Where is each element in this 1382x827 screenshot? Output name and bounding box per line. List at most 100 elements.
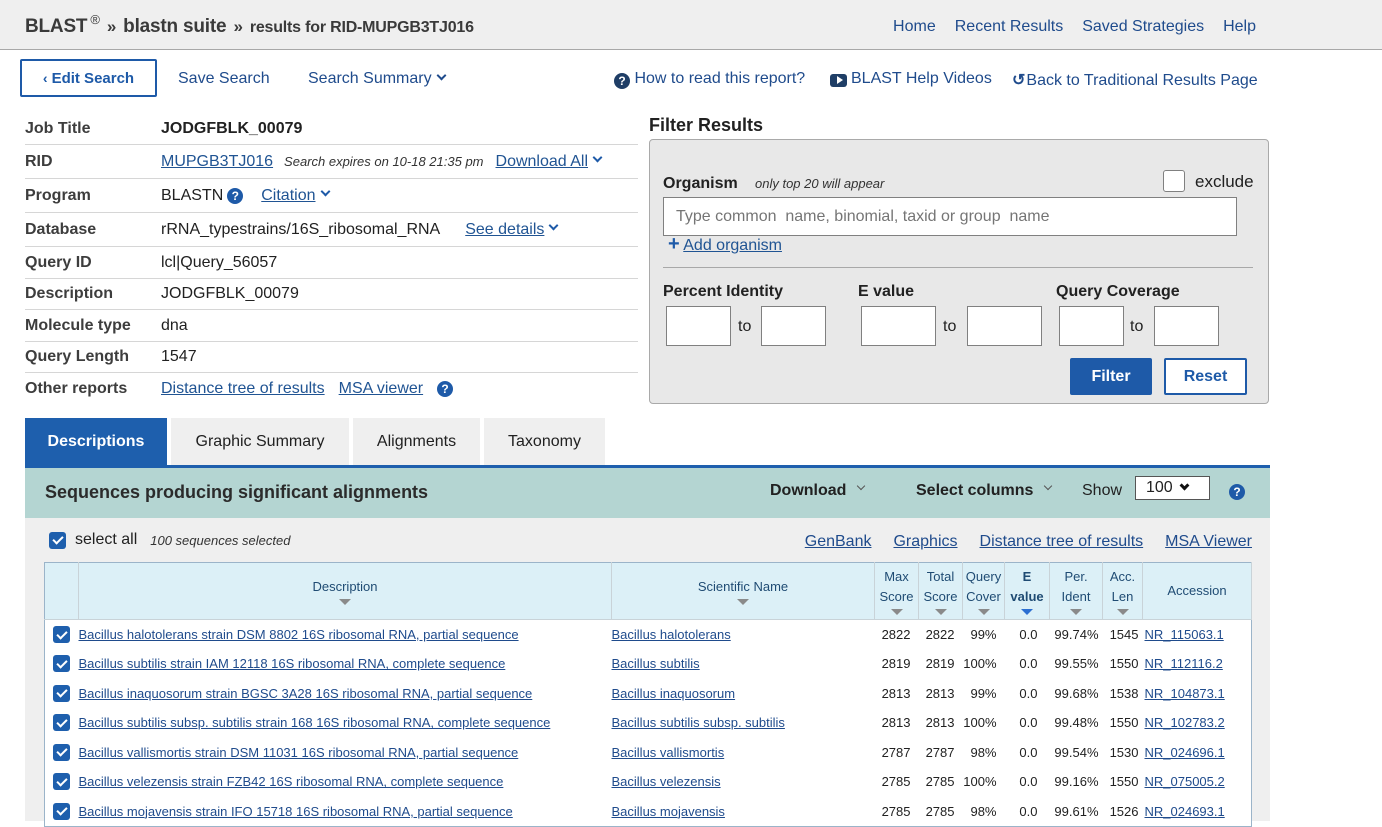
top-nav: Home Recent Results Saved Strategies Hel… [893, 18, 1256, 36]
tab-descriptions[interactable]: Descriptions [25, 418, 167, 465]
select-columns-dropdown[interactable]: Select columns [916, 481, 1053, 500]
distance-tree-link[interactable]: Distance tree of results [161, 380, 325, 398]
how-to-read-link[interactable]: ? How to read this report? [614, 70, 805, 89]
description-link[interactable]: Bacillus subtilis strain IAM 12118 16S r… [79, 656, 506, 671]
total-score-cell: 2787 [925, 744, 955, 760]
other-reports-label: Other reports [25, 380, 128, 397]
see-details-dropdown[interactable]: See details [465, 221, 544, 239]
column-label: Max [884, 569, 909, 584]
help-circle-icon[interactable]: ? [1229, 484, 1245, 500]
tab-graphic-summary[interactable]: Graphic Summary [171, 418, 349, 465]
scientific-name-link[interactable]: Bacillus vallismortis [612, 745, 725, 760]
help-circle-icon[interactable]: ? [227, 187, 244, 204]
search-summary-dropdown[interactable]: Search Summary [308, 70, 447, 88]
section-title: Sequences producing significant alignmen… [45, 482, 429, 502]
column-total-score[interactable]: Total Score [918, 562, 963, 620]
scientific-name-link[interactable]: Bacillus subtilis [612, 656, 700, 671]
column-description[interactable]: Description [78, 562, 612, 620]
accession-link[interactable]: NR_115063.1 [1145, 627, 1224, 642]
msa-viewer-link[interactable]: MSA viewer [339, 380, 423, 398]
accession-link[interactable]: NR_104873.1 [1145, 686, 1225, 701]
acc-len-cell: 1526 [1109, 803, 1139, 819]
scientific-name-link[interactable]: Bacillus inaquosorum [612, 686, 736, 701]
row-checkbox[interactable] [53, 655, 71, 673]
scientific-name-link[interactable]: Bacillus mojavensis [612, 804, 725, 819]
description-link[interactable]: Bacillus velezensis strain FZB42 16S rib… [79, 774, 504, 789]
row-checkbox[interactable] [53, 802, 71, 820]
scientific-name-link[interactable]: Bacillus subtilis subsp. subtilis [612, 715, 785, 730]
download-dropdown[interactable]: Download [770, 481, 866, 500]
sort-icon [977, 609, 990, 615]
tab-taxonomy[interactable]: Taxonomy [484, 418, 605, 465]
column-e-value[interactable]: Evalue [1004, 562, 1050, 620]
select-all-checkbox[interactable] [49, 531, 66, 549]
row-checkbox[interactable] [53, 714, 71, 732]
row-checkbox-cell [45, 620, 79, 650]
e-value-min-input[interactable] [861, 306, 936, 346]
edit-search-button[interactable]: ‹ Edit Search [20, 59, 157, 97]
query-coverage-max-input[interactable] [1154, 306, 1219, 346]
row-checkbox[interactable] [53, 684, 71, 702]
scientific-name-link[interactable]: Bacillus halotolerans [612, 627, 731, 642]
nav-help[interactable]: Help [1223, 18, 1256, 36]
accession-link[interactable]: NR_112116.2 [1145, 656, 1223, 671]
help-circle-icon[interactable]: ? [437, 381, 454, 397]
query-coverage-min-input[interactable] [1059, 306, 1124, 346]
chevron-down-icon [1179, 480, 1190, 490]
accession-link[interactable]: NR_102783.2 [1145, 715, 1225, 730]
description-link[interactable]: Bacillus vallismortis strain DSM 11031 1… [79, 745, 519, 760]
job-title-label: Job Title [25, 119, 91, 137]
msa-viewer-link[interactable]: MSA Viewer [1165, 533, 1252, 551]
sort-icon [1116, 609, 1129, 615]
column-acc-len[interactable]: Acc. Len [1102, 562, 1143, 620]
row-checkbox-cell [45, 738, 79, 768]
chevron-down-icon [1044, 481, 1053, 491]
nav-saved-strategies[interactable]: Saved Strategies [1082, 18, 1204, 36]
description-link[interactable]: Bacillus halotolerans strain DSM 8802 16… [79, 627, 519, 642]
column-label: Query [965, 569, 1002, 584]
breadcrumb-suite[interactable]: blastn suite [123, 16, 226, 37]
column-query-cover[interactable]: Query Cover [962, 562, 1005, 620]
info-row-program: Program BLASTN ? Citation [25, 179, 638, 213]
percent-identity-min-input[interactable] [666, 306, 731, 346]
accession-link[interactable]: NR_075005.2 [1145, 774, 1225, 789]
row-checkbox[interactable] [53, 773, 71, 791]
row-checkbox[interactable] [53, 743, 71, 761]
column-label: Description [312, 579, 378, 594]
reset-button[interactable]: Reset [1164, 358, 1247, 395]
column-max-score[interactable]: Max Score [874, 562, 919, 620]
graphics-link[interactable]: Graphics [893, 533, 957, 551]
help-videos-link[interactable]: BLAST Help Videos [830, 70, 992, 88]
download-all-dropdown[interactable]: Download All [496, 153, 589, 171]
citation-dropdown[interactable]: Citation [261, 187, 315, 205]
save-search-link[interactable]: Save Search [178, 70, 270, 88]
column-scientific-name[interactable]: Scientific Name [611, 562, 875, 620]
row-checkbox-cell [45, 767, 79, 797]
column-label: E [1022, 569, 1032, 584]
genbank-link[interactable]: GenBank [805, 533, 872, 551]
scientific-name-link[interactable]: Bacillus velezensis [612, 774, 721, 789]
tab-alignments[interactable]: Alignments [353, 418, 480, 465]
exclude-checkbox[interactable] [1163, 170, 1185, 192]
e-value-cell: 0.0 [1019, 627, 1038, 642]
query-cover-cell: 99% [970, 685, 997, 701]
description-link[interactable]: Bacillus mojavensis strain IFO 15718 16S… [79, 804, 513, 819]
organism-input[interactable] [663, 197, 1237, 236]
brand-logo[interactable]: BLAST [25, 16, 88, 37]
nav-recent-results[interactable]: Recent Results [955, 18, 1064, 36]
accession-link[interactable]: NR_024693.1 [1145, 804, 1225, 819]
nav-home[interactable]: Home [893, 18, 936, 36]
filter-button[interactable]: Filter [1070, 358, 1152, 395]
add-organism-link[interactable]: + Add organism [668, 234, 782, 255]
show-count-select[interactable]: 100 [1135, 476, 1210, 500]
e-value-max-input[interactable] [967, 306, 1042, 346]
description-link[interactable]: Bacillus subtilis subsp. subtilis strain… [79, 715, 551, 730]
row-checkbox[interactable] [53, 626, 71, 643]
column-per-ident[interactable]: Per. Ident [1049, 562, 1103, 620]
distance-tree-link[interactable]: Distance tree of results [980, 533, 1144, 551]
percent-identity-max-input[interactable] [761, 306, 826, 346]
rid-link[interactable]: MUPGB3TJ016 [161, 153, 273, 171]
accession-link[interactable]: NR_024696.1 [1145, 745, 1225, 760]
back-traditional-link[interactable]: ↺Back to Traditional Results Page [1012, 70, 1258, 90]
description-link[interactable]: Bacillus inaquosorum strain BGSC 3A28 16… [79, 686, 533, 701]
